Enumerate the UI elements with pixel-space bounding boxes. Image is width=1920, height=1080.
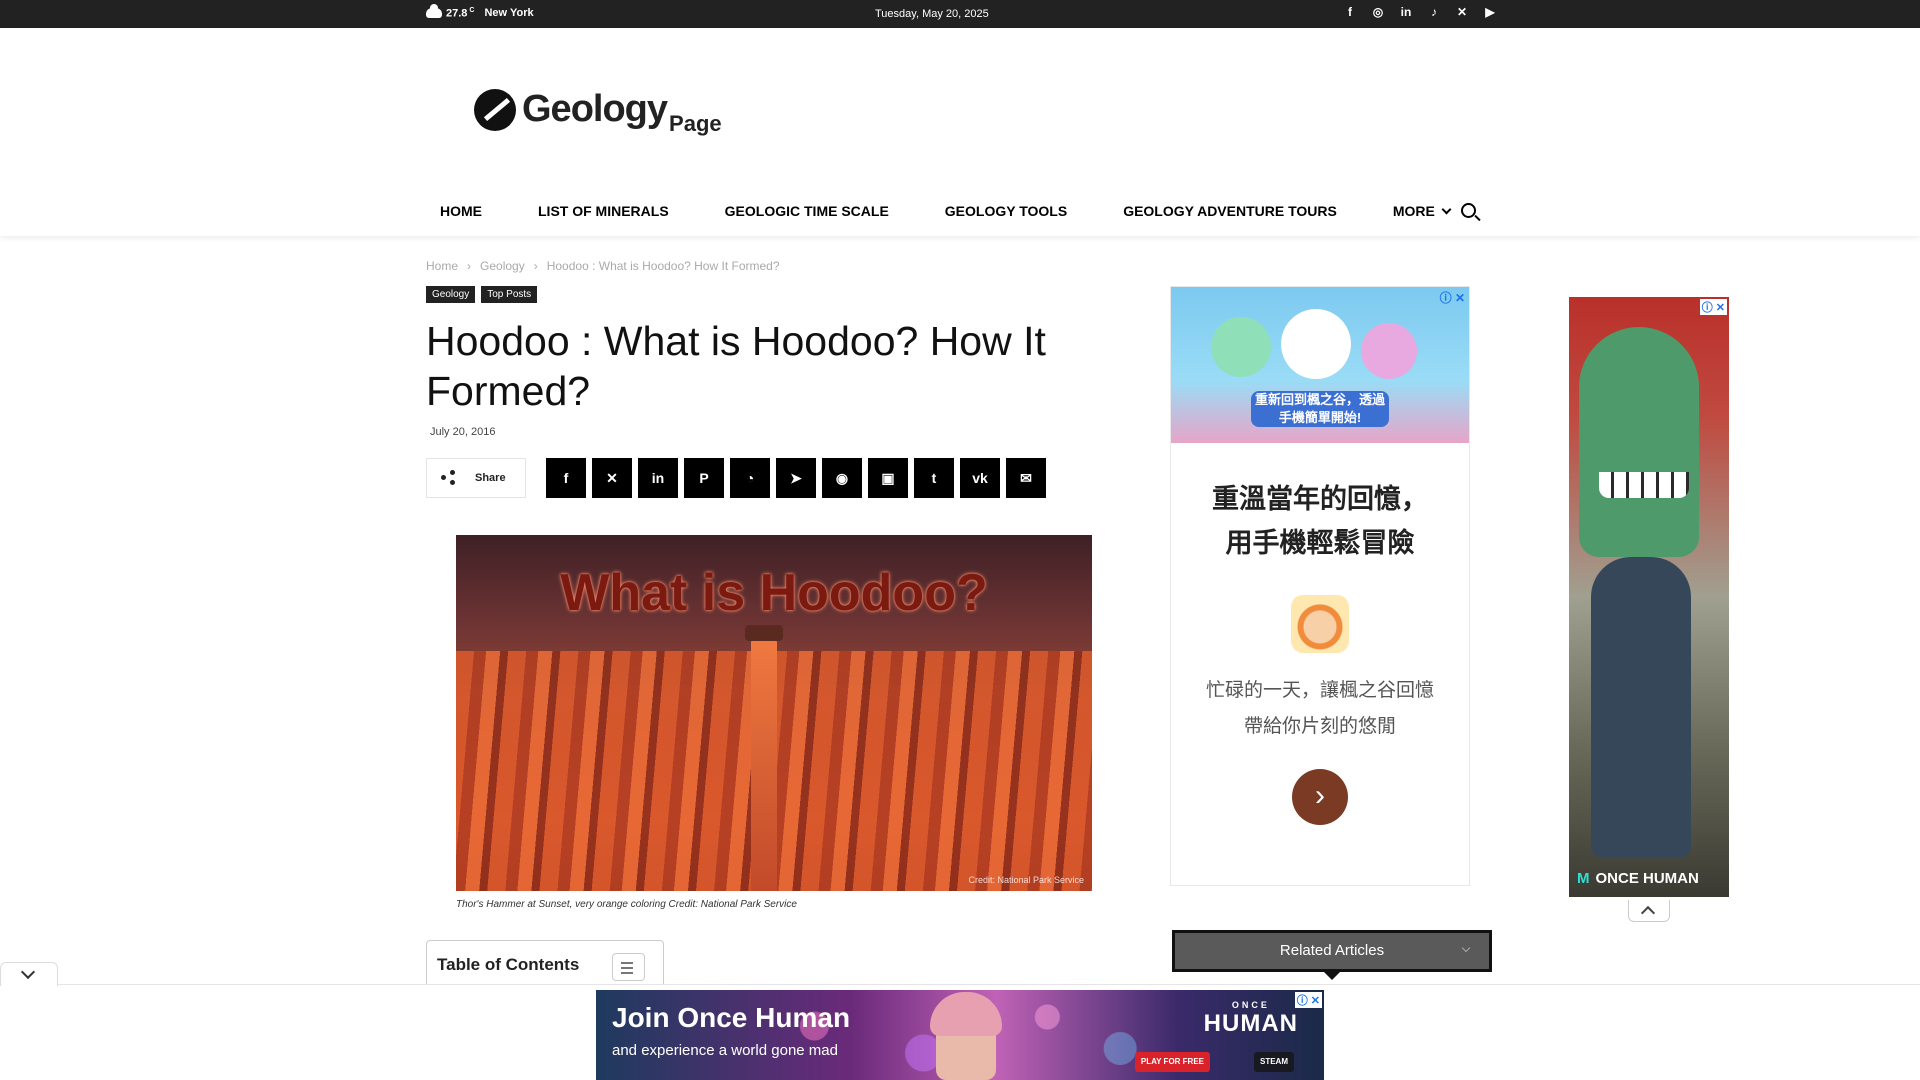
ad-description: 忙碌的一天，讓楓之谷回憶 帶給你片刻的悠閒: [1205, 680, 1434, 737]
ad-close-icon[interactable]: ⓘ ✕: [1294, 992, 1322, 1008]
share-tumblr-button[interactable]: t: [914, 458, 954, 498]
tiktok-icon[interactable]: ♪: [1420, 5, 1448, 19]
image-overlay-text: What is Hoodoo?: [560, 564, 988, 622]
nav-geology-tools[interactable]: GEOLOGY TOOLS: [931, 203, 1081, 219]
toc-toggle-icon[interactable]: [612, 953, 645, 981]
share-toggle[interactable]: Share: [426, 458, 526, 498]
search-icon[interactable]: [1460, 202, 1482, 224]
ad-banner-text: 重新回到楓之谷，透過手機簡單開始!: [1251, 391, 1389, 427]
instagram-icon[interactable]: ◎: [1364, 5, 1392, 19]
site-logo[interactable]: Geology Page: [474, 88, 722, 136]
sidebar-ad[interactable]: 重新回到楓之谷，透過手機簡單開始! ⓘ ✕ 重溫當年的回憶， 用手機輕鬆冒險 忙…: [1170, 286, 1470, 886]
share-flipboard-button[interactable]: ▣: [868, 458, 908, 498]
share-facebook-button[interactable]: f: [546, 458, 586, 498]
ad-next-arrow-icon[interactable]: ›: [1292, 769, 1348, 825]
dropdown-pointer: [1324, 972, 1340, 980]
ad-character: [1579, 327, 1699, 557]
weather-widget: 27.8 C New York: [426, 4, 534, 20]
skyscraper-ad[interactable]: M ONCE HUMAN ⓘ ✕: [1569, 297, 1729, 897]
breadcrumb: Home › Geology › Hoodoo : What is Hoodoo…: [426, 259, 780, 273]
steam-button[interactable]: STEAM: [1254, 1052, 1294, 1072]
share-whatsapp-button[interactable]: ◔: [730, 458, 770, 498]
play-for-free-button[interactable]: PLAY FOR FREE: [1134, 1052, 1210, 1072]
youtube-icon[interactable]: ▶: [1476, 5, 1504, 19]
app-icon: [1291, 595, 1349, 653]
cloud-icon: [426, 4, 442, 19]
ad-brand: ONCE HUMAN: [1203, 1000, 1298, 1037]
share-pinterest-button[interactable]: P: [684, 458, 724, 498]
nav-geologic-time-scale[interactable]: GEOLOGIC TIME SCALE: [711, 203, 903, 219]
share-telegram-button[interactable]: ➤: [776, 458, 816, 498]
breadcrumb-home[interactable]: Home: [426, 259, 458, 273]
share-email-button[interactable]: ✉: [1006, 458, 1046, 498]
share-vk-button[interactable]: vk: [960, 458, 1000, 498]
ad-soldier: [1591, 557, 1691, 857]
nav-list-of-minerals[interactable]: LIST OF MINERALS: [524, 203, 683, 219]
chevron-down-icon: [1441, 204, 1452, 214]
nav-home[interactable]: HOME: [426, 203, 496, 219]
x-twitter-icon[interactable]: ✕: [1448, 5, 1476, 19]
social-links: f ◎ in ♪ ✕ ▶: [1336, 5, 1504, 19]
main-nav: HOME LIST OF MINERALS GEOLOGIC TIME SCAL…: [426, 180, 1492, 242]
image-credit: Credit: National Park Service: [968, 875, 1084, 885]
breadcrumb-geology[interactable]: Geology: [480, 259, 525, 273]
category-tag[interactable]: Top Posts: [481, 286, 538, 303]
ad-brand: M ONCE HUMAN: [1577, 870, 1699, 887]
share-reddit-button[interactable]: ◉: [822, 458, 862, 498]
ad-headline: 重溫當年的回憶， 用手機輕鬆冒險: [1212, 484, 1428, 558]
hoodoo-formation: [745, 625, 783, 891]
logo-mark-icon: [474, 89, 516, 131]
logo-text: Geology: [522, 88, 668, 130]
bottom-ad[interactable]: Join Once Human and experience a world g…: [596, 990, 1324, 1080]
current-date: Tuesday, May 20, 2025: [875, 8, 989, 20]
featured-image[interactable]: What is Hoodoo? Credit: National Park Se…: [456, 535, 1092, 891]
article-title: Hoodoo : What is Hoodoo? How It Formed?: [426, 318, 1046, 414]
linkedin-icon[interactable]: in: [1392, 5, 1420, 19]
share-x-button[interactable]: ✕: [592, 458, 632, 498]
collapse-bottom-ad-icon[interactable]: [0, 962, 58, 986]
ad-banner-image: 重新回到楓之谷，透過手機簡單開始! ⓘ ✕: [1171, 287, 1469, 443]
ad-character: [930, 992, 1002, 1080]
ad-headline: Join Once Human: [612, 1002, 851, 1033]
category-tag[interactable]: Geology: [426, 286, 476, 303]
ad-close-icon[interactable]: ⓘ ✕: [1699, 299, 1727, 315]
top-bar: 27.8 C New York Tuesday, May 20, 2025 f ◎…: [0, 0, 1920, 28]
nav-geology-adventure-tours[interactable]: GEOLOGY ADVENTURE TOURS: [1109, 203, 1351, 219]
category-tags: Geology Top Posts: [426, 286, 543, 303]
collapse-ad-icon[interactable]: [1628, 900, 1670, 922]
image-caption: Thor's Hammer at Sunset, very orange col…: [456, 899, 797, 910]
nav-more[interactable]: MORE: [1379, 203, 1464, 219]
toc-title: Table of Contents: [437, 955, 580, 974]
post-date: July 20, 2016: [430, 426, 496, 438]
share-label: Share: [475, 472, 506, 484]
ad-close-icon[interactable]: ⓘ ✕: [1440, 289, 1465, 306]
share-buttons: f ✕ in P ◔ ➤ ◉ ▣ t vk ✉: [546, 458, 1052, 498]
temperature: 27.8 C: [446, 7, 475, 20]
logo-subtext: Page: [669, 111, 722, 136]
weather-city: New York: [484, 7, 534, 20]
facebook-icon[interactable]: f: [1336, 5, 1364, 19]
share-linkedin-button[interactable]: in: [638, 458, 678, 498]
chevron-down-icon: [1461, 943, 1471, 953]
breadcrumb-current: Hoodoo : What is Hoodoo? How It Formed?: [546, 259, 780, 273]
ad-subtitle: and experience a world gone mad: [612, 1042, 838, 1059]
related-articles-dropdown[interactable]: Related Articles: [1172, 930, 1492, 972]
share-icon: [441, 470, 457, 486]
